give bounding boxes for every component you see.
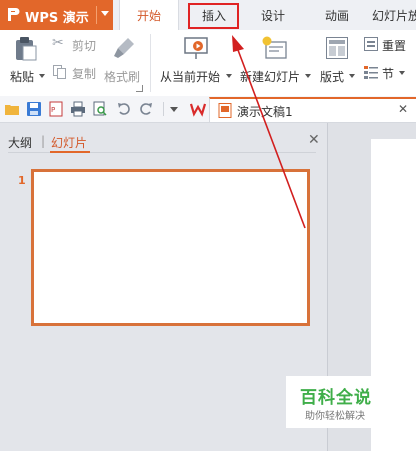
chevron-down-icon[interactable] — [101, 11, 109, 16]
paste-button[interactable]: 粘贴 — [6, 34, 45, 94]
play-from-current-button[interactable]: 从当前开始 — [158, 34, 234, 94]
chevron-down-icon[interactable] — [39, 74, 45, 78]
reset-icon — [364, 37, 378, 51]
insert-tab-highlight-box — [188, 3, 239, 29]
dropdown-icon[interactable] — [170, 107, 178, 112]
format-painter-label: 格式刷 — [104, 70, 141, 84]
ribbon-separator — [150, 34, 151, 92]
app-menu-separator — [96, 6, 97, 24]
export-pdf-icon[interactable]: P — [48, 101, 64, 117]
save-icon[interactable] — [26, 101, 42, 117]
new-slide-button[interactable]: 新建幻灯片 — [240, 34, 312, 94]
print-preview-icon[interactable] — [92, 101, 108, 117]
tab-design[interactable]: 设计 — [252, 0, 294, 30]
paste-icon — [16, 37, 37, 61]
reset-label: 重置 — [382, 39, 407, 53]
panel-tab-active-indicator — [50, 151, 90, 153]
undo-icon[interactable] — [116, 101, 132, 117]
paintbrush-icon — [114, 38, 134, 58]
document-tab[interactable]: 演示文稿1 ✕ — [209, 97, 416, 122]
tab-slides[interactable]: 幻灯片 — [51, 134, 87, 151]
cut-label: 剪切 — [72, 39, 97, 53]
play-from-current-label: 从当前开始 — [160, 70, 221, 84]
copy-label: 复制 — [72, 67, 97, 81]
watermark-subtitle: 助你轻松解决 — [305, 411, 365, 422]
app-menu-button[interactable]: WPS 演示 — [0, 0, 113, 30]
tab-slideshow[interactable]: 幻灯片放 — [372, 0, 416, 30]
section-button[interactable]: 节 — [364, 62, 416, 84]
slideshow-play-icon — [184, 37, 208, 59]
section-label: 节 — [382, 67, 395, 81]
scissors-icon: ✂ — [52, 35, 64, 51]
section-icon — [364, 66, 378, 79]
watermark-title: 百科全说 — [300, 388, 372, 408]
clipboard-group-launcher-icon[interactable] — [136, 85, 143, 92]
panel-tab-divider: | — [41, 134, 46, 148]
layout-icon — [326, 37, 348, 59]
paste-label: 粘贴 — [10, 70, 35, 84]
print-icon[interactable] — [70, 101, 86, 117]
presentation-file-icon — [218, 103, 232, 118]
new-slide-icon — [262, 36, 287, 59]
tab-outline[interactable]: 大纲 — [8, 134, 32, 151]
close-icon[interactable]: ✕ — [398, 102, 408, 116]
app-name: WPS 演示 — [25, 11, 89, 26]
layout-button[interactable]: 版式 — [318, 34, 358, 94]
folder-icon[interactable] — [4, 101, 20, 117]
close-icon[interactable]: ✕ — [308, 132, 320, 148]
layout-label: 版式 — [320, 70, 345, 84]
reset-button[interactable]: 重置 — [364, 34, 416, 56]
tab-home[interactable]: 开始 — [119, 0, 179, 30]
wps-w-logo-icon[interactable] — [190, 101, 206, 117]
chevron-down-icon[interactable] — [305, 74, 311, 78]
wps-logo-icon — [8, 8, 20, 21]
copy-button[interactable]: 复制 — [52, 62, 100, 82]
new-slide-label: 新建幻灯片 — [240, 70, 301, 84]
chevron-down-icon[interactable] — [349, 74, 355, 78]
copy-icon — [53, 65, 66, 79]
cut-button[interactable]: ✂ 剪切 — [52, 34, 100, 54]
ribbon: 粘贴 ✂ 剪切 复制 格式刷 从当前开始 新建幻灯片 版式 重置 节 — [0, 30, 416, 97]
slide-number: 1 — [18, 174, 26, 187]
chevron-down-icon[interactable] — [226, 74, 232, 78]
toolbar-separator — [163, 102, 164, 116]
document-title: 演示文稿1 — [237, 105, 293, 119]
svg-text:P: P — [51, 106, 55, 114]
tab-animation[interactable]: 动画 — [316, 0, 358, 30]
slide-thumbnail[interactable] — [31, 169, 310, 326]
chevron-down-icon[interactable] — [399, 71, 405, 75]
redo-icon[interactable] — [138, 101, 154, 117]
